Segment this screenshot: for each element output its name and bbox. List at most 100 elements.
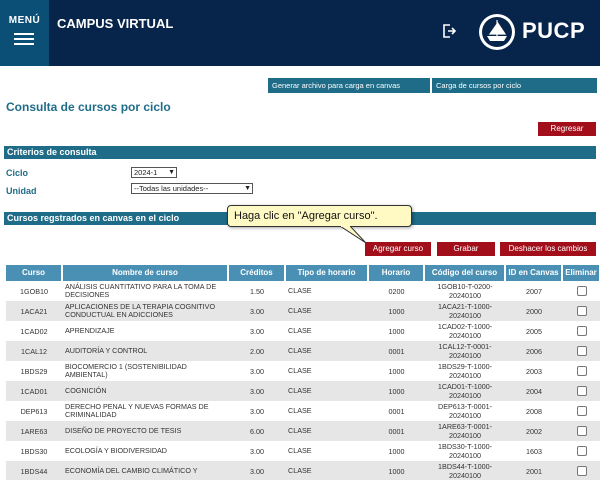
cell-curso: 1BDS44 <box>20 466 48 476</box>
cell-codigo: 1CAD02-T-1000-20240100 <box>437 322 493 340</box>
cell-horario: 1000 <box>388 326 405 336</box>
cell-curso: 1ACA21 <box>20 306 48 316</box>
header-id-canvas: ID en Canvas <box>506 265 562 281</box>
logo-text: PUCP <box>522 18 586 43</box>
header-horario: Horario <box>369 265 424 281</box>
table-row: 1ACA21 APLICACIONES DE LA TERAPIA COGNITI… <box>6 301 600 321</box>
logout-icon[interactable] <box>441 23 457 39</box>
cell-nombre: AUDITORÍA Y CONTROL <box>65 346 148 355</box>
cell-codigo: 1BDS44-T-1000-20240100 <box>438 462 492 480</box>
eliminar-checkbox[interactable] <box>576 346 587 356</box>
cell-id-canvas: 2007 <box>526 286 542 296</box>
table-row: 1GOB10 ANÁLISIS CUANTITATIVO PARA LA TOMA… <box>6 281 600 301</box>
eliminar-checkbox[interactable] <box>576 386 587 396</box>
cell-eliminar <box>563 361 600 381</box>
cell-creditos: 3.00 <box>250 406 264 416</box>
cell-eliminar <box>563 321 600 341</box>
cell-eliminar <box>563 281 600 301</box>
chevron-down-icon: ▼ <box>168 169 175 176</box>
table-header: Curso Nombre de curso Créditos Tipo de h… <box>6 265 600 281</box>
table-row: 1BDS29 BIOCOMERCIO 1 (SOSTENIBILIDAD AMBI… <box>6 361 600 381</box>
cell-codigo: 1CAD01-T-1000-20240100 <box>437 382 493 400</box>
cell-eliminar <box>563 341 600 361</box>
cell-horario: 1000 <box>388 366 405 376</box>
cell-eliminar <box>563 301 600 321</box>
header-tipo-horario: Tipo de horario <box>286 265 368 281</box>
ciclo-select-value: 2024-1 <box>134 168 158 177</box>
cell-codigo: 1GOB10-T-0200-20240100 <box>437 282 493 300</box>
tooltip-pointer <box>340 226 366 244</box>
criterios-section-header: Criterios de consulta <box>4 146 596 159</box>
eliminar-checkbox[interactable] <box>576 306 587 316</box>
cell-creditos: 3.00 <box>250 466 264 476</box>
cell-creditos: 3.00 <box>250 306 264 316</box>
regresar-button[interactable]: Regresar <box>538 122 596 136</box>
cell-tipo-horario: CLASE <box>288 326 312 335</box>
cell-id-canvas: 2008 <box>526 406 542 416</box>
table-row: 1BDS44 ECONOMÍA DEL CAMBIO CLIMÁTICO Y 3.0… <box>6 461 600 480</box>
carga-cursos-link[interactable]: Carga de cursos por ciclo <box>432 78 597 93</box>
cell-curso: 1ARE63 <box>20 426 48 436</box>
cell-tipo-horario: CLASE <box>288 346 312 355</box>
eliminar-checkbox[interactable] <box>576 466 587 476</box>
cell-creditos: 2.00 <box>250 346 264 356</box>
cell-creditos: 6.00 <box>250 426 264 436</box>
top-header: MENÚ CAMPUS VIRTUAL PUCP <box>0 0 600 66</box>
eliminar-checkbox[interactable] <box>576 326 587 336</box>
header-curso: Curso <box>6 265 62 281</box>
cell-nombre: COGNICIÓN <box>65 386 107 395</box>
eliminar-checkbox[interactable] <box>576 366 587 376</box>
eliminar-checkbox[interactable] <box>576 426 587 436</box>
cell-tipo-horario: CLASE <box>288 446 312 455</box>
table-row: DEP613 DERECHO PENAL Y NUEVAS FORMAS DE C… <box>6 401 600 421</box>
menu-button[interactable]: MENÚ <box>0 0 49 66</box>
deshacer-cambios-button[interactable]: Deshacer los cambios <box>500 242 596 256</box>
ciclo-select[interactable]: 2024-1 ▼ <box>131 167 177 178</box>
cell-nombre: DISEÑO DE PROYECTO DE TESIS <box>65 426 182 435</box>
cell-id-canvas: 2001 <box>526 466 542 476</box>
cell-horario: 1000 <box>388 306 405 316</box>
cell-horario: 0001 <box>388 426 405 436</box>
cell-id-canvas: 2003 <box>526 366 542 376</box>
cell-curso: DEP613 <box>20 406 48 416</box>
eliminar-checkbox[interactable] <box>576 446 587 456</box>
cell-eliminar <box>563 381 600 401</box>
unidad-select[interactable]: --Todas las unidades-- ▼ <box>131 183 253 194</box>
cell-eliminar <box>563 461 600 480</box>
table-row: 1CAD01 COGNICIÓN 3.00 CLASE 1000 1CAD01-T-100… <box>6 381 600 401</box>
cell-tipo-horario: CLASE <box>288 286 312 295</box>
unidad-label: Unidad <box>6 186 37 196</box>
eliminar-checkbox[interactable] <box>576 406 587 416</box>
menu-label: MENÚ <box>8 15 41 26</box>
cell-codigo: 1BDS29-T-1000-20240100 <box>438 362 492 380</box>
cell-eliminar <box>563 441 600 461</box>
cell-codigo: 1ACA21-T-1000-20240100 <box>438 302 492 320</box>
cell-tipo-horario: CLASE <box>288 466 312 475</box>
cell-id-canvas: 2005 <box>526 326 542 336</box>
cell-curso: 1CAL12 <box>21 346 47 356</box>
header-eliminar: Eliminar <box>563 265 600 281</box>
cell-codigo: 1ARE63-T-0001-20240100 <box>438 422 492 440</box>
cell-codigo: 1CAL12-T-0001-20240100 <box>438 342 492 360</box>
cell-nombre: ECONOMÍA DEL CAMBIO CLIMÁTICO Y <box>65 466 198 475</box>
cell-id-canvas: 2006 <box>526 346 542 356</box>
pucp-seal-icon <box>479 14 515 50</box>
header-creditos: Créditos <box>229 265 285 281</box>
cell-horario: 0001 <box>388 406 405 416</box>
table-row: 1BDS30 ECOLOGÍA Y BIODIVERSIDAD 3.00 CLASE 1… <box>6 441 600 461</box>
chevron-down-icon: ▼ <box>244 185 251 192</box>
cell-curso: 1BDS29 <box>20 366 48 376</box>
agregar-curso-button[interactable]: Agregar curso <box>365 242 431 256</box>
unidad-select-value: --Todas las unidades-- <box>134 184 209 193</box>
generar-archivo-link[interactable]: Generar archivo para carga en canvas <box>268 78 430 93</box>
cell-horario: 1000 <box>388 466 405 476</box>
eliminar-checkbox[interactable] <box>576 286 587 296</box>
cell-nombre: ECOLOGÍA Y BIODIVERSIDAD <box>65 446 167 455</box>
table-row: 1CAD02 APRENDIZAJE 3.00 CLASE 1000 1CAD02-T-1… <box>6 321 600 341</box>
header-nombre: Nombre de curso <box>63 265 228 281</box>
cell-tipo-horario: CLASE <box>288 366 312 375</box>
cell-nombre: APLICACIONES DE LA TERAPIA COGNITIVO CON… <box>65 302 216 319</box>
cell-nombre: ANÁLISIS CUANTITATIVO PARA LA TOMA DE DE… <box>65 282 217 299</box>
cell-curso: 1BDS30 <box>20 446 48 456</box>
grabar-button[interactable]: Grabar <box>437 242 495 256</box>
